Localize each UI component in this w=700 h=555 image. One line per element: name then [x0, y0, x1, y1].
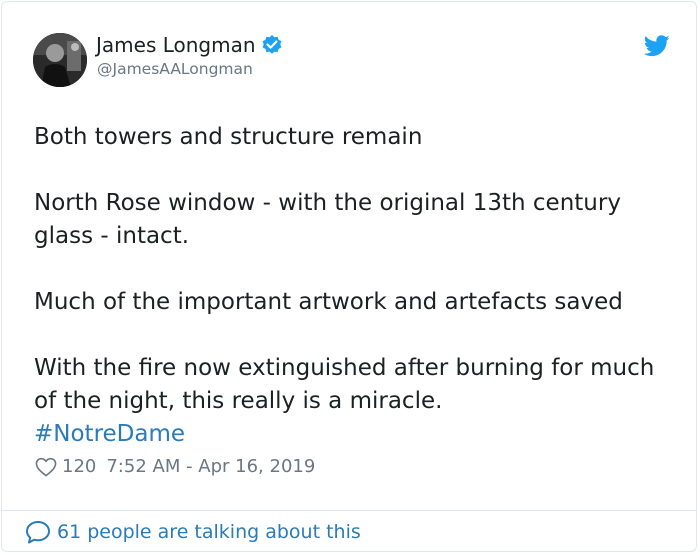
tweet-line: Much of the important artwork and artefa… — [34, 289, 623, 315]
timestamp[interactable]: 7:52 AM - Apr 16, 2019 — [106, 456, 315, 477]
heart-icon[interactable] — [35, 457, 57, 477]
hashtag-link[interactable]: #NotreDame — [34, 421, 185, 447]
tweet-line: With the fire now extinguished after bur… — [34, 355, 655, 414]
avatar[interactable] — [33, 33, 87, 87]
display-name-text[interactable]: James Longman — [96, 33, 256, 57]
tweet-line-break — [34, 154, 674, 187]
speech-bubble-icon — [25, 520, 51, 544]
tweet-text: Both towers and structure remain North R… — [34, 121, 674, 451]
tweet-line: Both towers and structure remain — [34, 124, 423, 150]
twitter-bird-icon[interactable] — [643, 35, 670, 57]
talking-about-text[interactable]: 61 people are talking about this — [57, 521, 361, 543]
tweet-meta: 120 7:52 AM - Apr 16, 2019 — [35, 456, 315, 477]
user-handle[interactable]: @JamesAALongman — [97, 60, 253, 78]
tweet-line-break — [34, 319, 674, 352]
tweet-line-break — [34, 253, 674, 286]
verified-badge-icon — [261, 34, 283, 56]
divider — [2, 510, 696, 511]
display-name[interactable]: James Longman — [96, 33, 283, 57]
tweet-line: North Rose window - with the original 13… — [34, 190, 621, 249]
like-count[interactable]: 120 — [62, 456, 96, 477]
tweet-card: James Longman @JamesAALongman Both tower… — [1, 1, 697, 552]
talking-about-link[interactable]: 61 people are talking about this — [25, 520, 361, 544]
